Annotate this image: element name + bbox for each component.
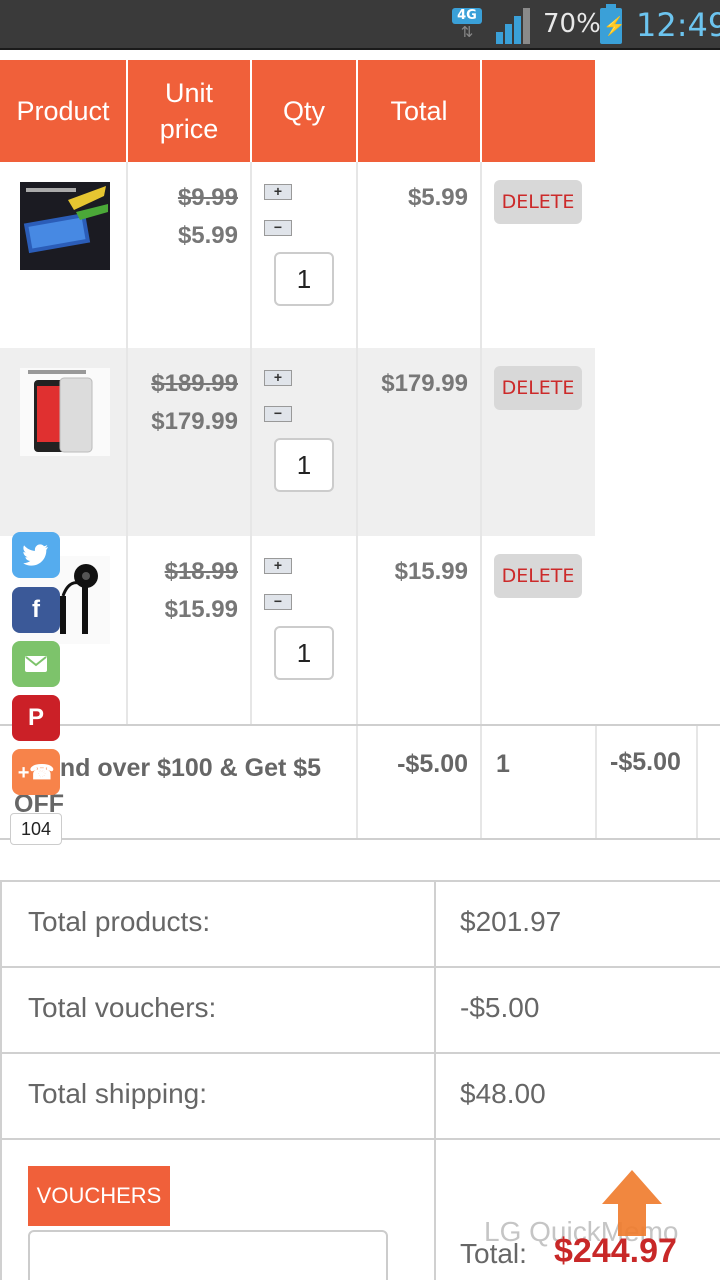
delete-button[interactable]: DELETE — [494, 366, 582, 410]
share-plus-icon[interactable]: +☎ — [12, 749, 60, 795]
email-icon[interactable] — [12, 641, 60, 687]
network-4g-icon: 4G ⇅ — [452, 8, 482, 44]
twitter-icon[interactable] — [12, 532, 60, 578]
unit-price: $15.99 — [164, 596, 238, 623]
row-total: $15.99 — [394, 558, 468, 585]
column-divider — [250, 162, 252, 724]
decrease-qty-button[interactable]: − — [264, 594, 292, 610]
voucher-total: -$5.00 — [610, 748, 681, 776]
increase-qty-button[interactable]: + — [264, 558, 292, 574]
status-bar: 4G ⇅ 70% ⚡ 12:49 — [0, 0, 720, 50]
header-total: Total — [358, 60, 480, 162]
delete-button[interactable]: DELETE — [494, 180, 582, 224]
unit-price: $179.99 — [151, 408, 238, 435]
battery-charging-icon: ⚡ — [600, 4, 625, 44]
column-divider — [480, 162, 482, 724]
unit-price: $5.99 — [177, 222, 238, 249]
qty-input[interactable]: 1 — [274, 626, 334, 680]
header-qty: Qty — [252, 60, 356, 162]
network-type: 4G — [452, 8, 482, 24]
facebook-icon[interactable]: f — [12, 587, 60, 633]
old-price: $9.99 — [177, 184, 238, 211]
voucher-row: Spend over $100 & Get $5 OFF -$5.00 1 -$… — [0, 724, 720, 840]
total-vouchers-value: -$5.00 — [460, 992, 540, 1023]
column-divider — [356, 162, 358, 724]
pinterest-icon[interactable]: P — [12, 695, 60, 741]
old-price: $18.99 — [164, 558, 238, 585]
old-price: $189.99 — [151, 370, 238, 397]
share-count: 104 — [10, 813, 62, 845]
qty-input[interactable]: 1 — [274, 252, 334, 306]
column-divider — [126, 162, 128, 724]
smartphone-thumbnail[interactable] — [20, 368, 110, 456]
voucher-unit-price: -$5.00 — [397, 750, 468, 778]
screen-protector-thumbnail[interactable] — [20, 182, 110, 270]
increase-qty-button[interactable]: + — [264, 184, 292, 200]
total-shipping-value: $48.00 — [460, 1078, 546, 1109]
qty-input[interactable]: 1 — [274, 438, 334, 492]
cart-row: $9.99 $5.99 + − 1 $5.99 DELETE — [0, 162, 595, 348]
scroll-to-top-icon[interactable] — [600, 1168, 664, 1238]
voucher-qty: 1 — [496, 750, 510, 778]
total-shipping-row: Total shipping: $48.00 — [2, 1054, 720, 1140]
grand-total-label: Total: — [460, 1238, 527, 1269]
cart-row: $18.99 $15.99 + − 1 $15.99 DELETE — [0, 536, 595, 724]
header-product: Product — [0, 60, 126, 162]
grand-total-value: $244.97 — [554, 1232, 677, 1270]
total-products-value: $201.97 — [460, 906, 562, 937]
voucher-code-input[interactable] — [28, 1230, 388, 1280]
vouchers-button[interactable]: VOUCHERS — [28, 1166, 170, 1226]
increase-qty-button[interactable]: + — [264, 370, 292, 386]
total-products-row: Total products: $201.97 — [2, 882, 720, 968]
delete-button[interactable]: DELETE — [494, 554, 582, 598]
cart-row: $189.99 $179.99 + − 1 $179.99 DELETE — [0, 348, 595, 536]
totals-table: Total products: $201.97 Total vouchers: … — [0, 880, 720, 1280]
row-total: $5.99 — [407, 184, 468, 211]
total-shipping-label: Total shipping: — [28, 1078, 208, 1109]
signal-strength-icon — [496, 6, 538, 44]
decrease-qty-button[interactable]: − — [264, 406, 292, 422]
total-vouchers-label: Total vouchers: — [28, 992, 217, 1023]
decrease-qty-button[interactable]: − — [264, 220, 292, 236]
total-vouchers-row: Total vouchers: -$5.00 — [2, 968, 720, 1054]
battery-percentage: 70% — [543, 9, 601, 39]
row-total: $179.99 — [381, 370, 468, 397]
voucher-name: Spend over $100 & Get $5 OFF — [14, 754, 322, 818]
total-products-label: Total products: — [28, 906, 211, 937]
status-time: 12:49 — [636, 6, 720, 44]
header-unit-price: Unit price — [128, 60, 250, 162]
header-actions — [482, 60, 595, 162]
